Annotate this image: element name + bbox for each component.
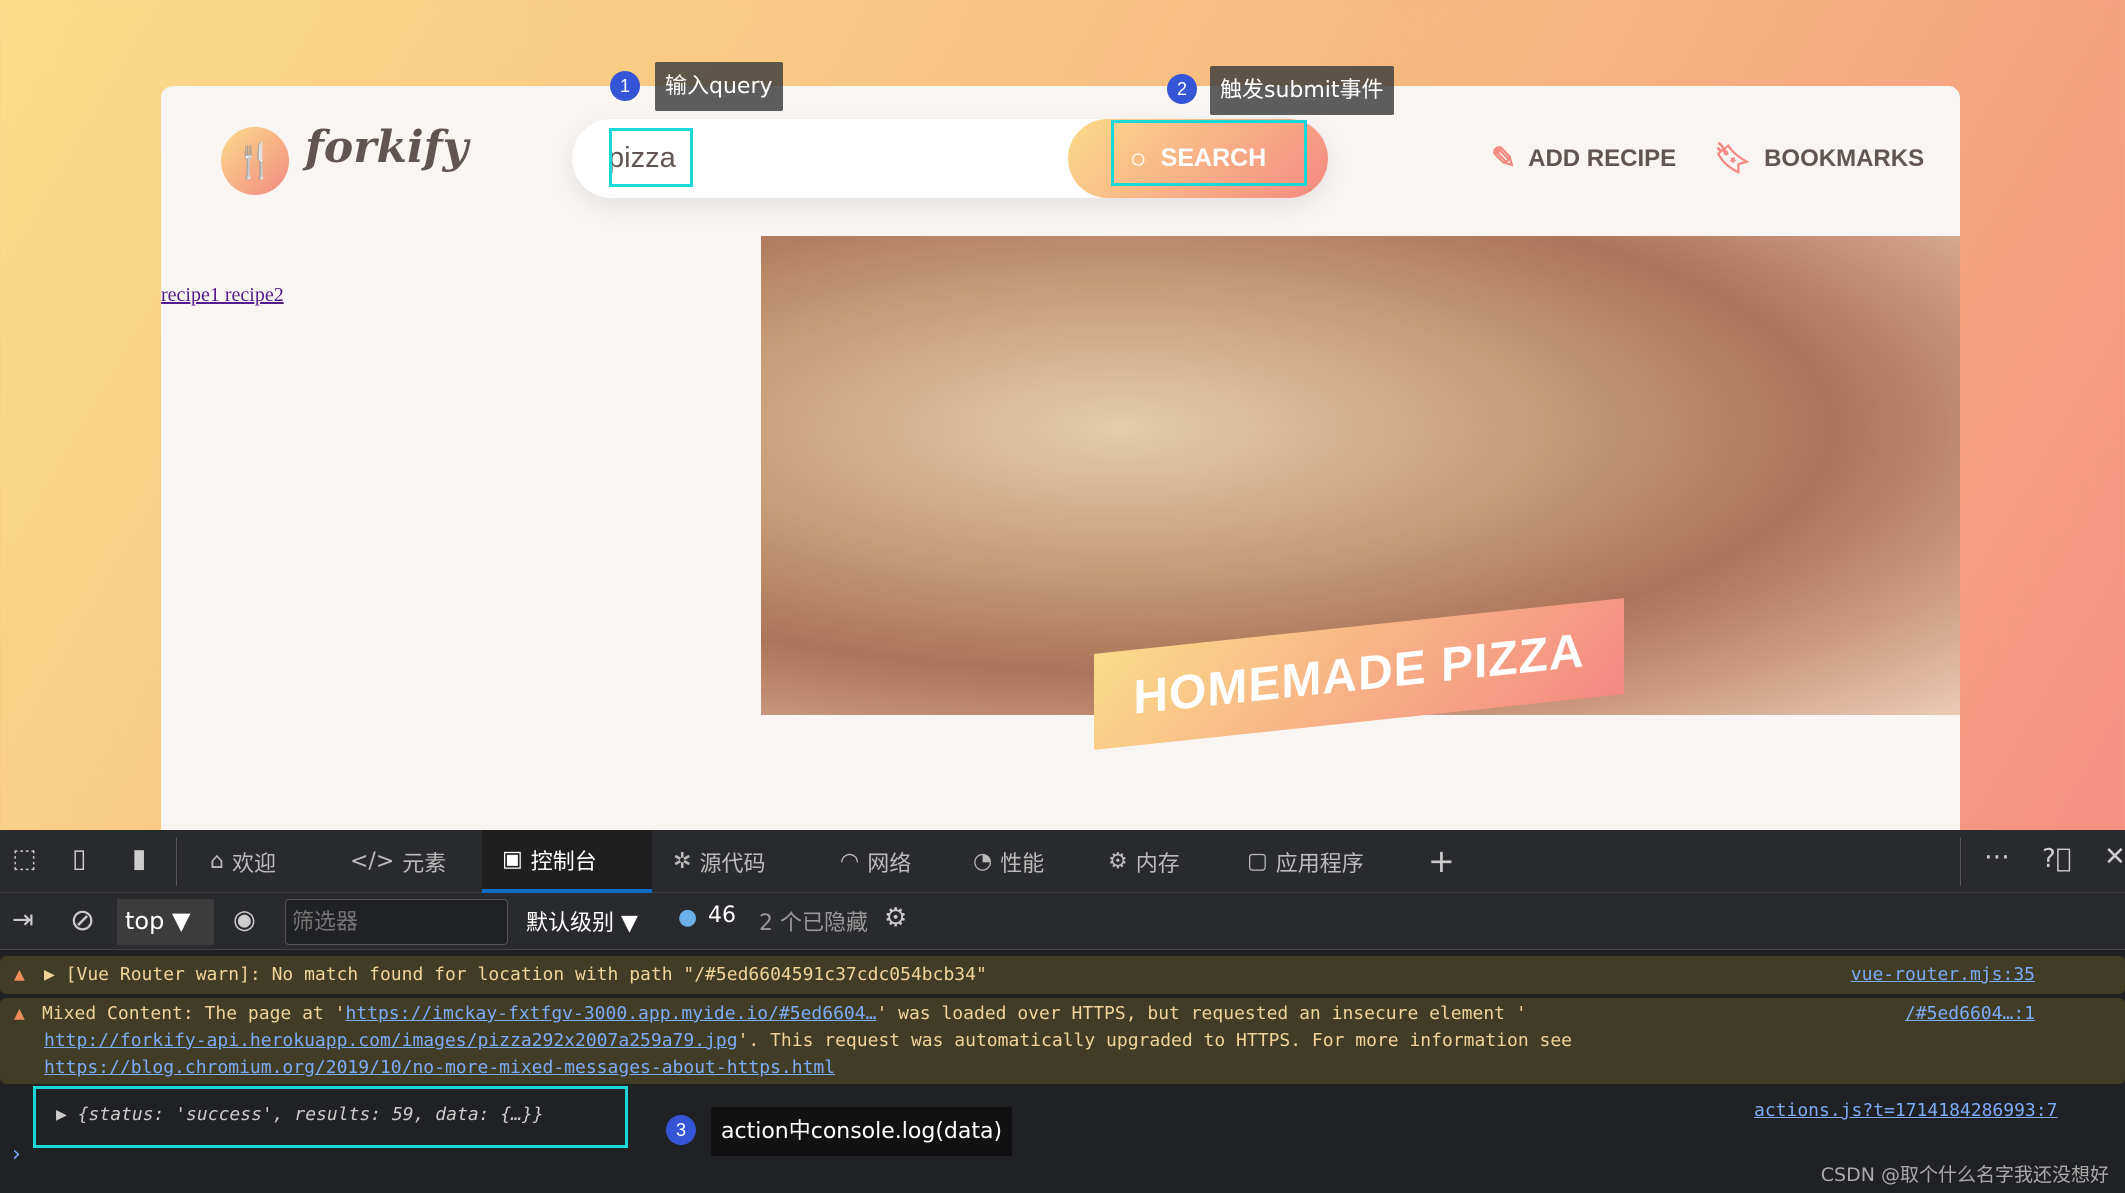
- watermark: CSDN @取个什么名字我还没想好: [1820, 1164, 2109, 1186]
- close-icon[interactable]: ✕: [2104, 842, 2125, 872]
- code-icon: </>: [350, 849, 395, 874]
- tab-sources[interactable]: ✲ 源代码: [673, 830, 765, 893]
- devtools-toolbar: ⬚ ▯ ▮ ⌂ 欢迎 </> 元素 ▣ 控制台 ✲ 源代码 ◠ 网络 ◔ 性能 ⚙ 内存 ▢ 应…: [0, 830, 2125, 893]
- console-icon: ▣: [502, 847, 523, 872]
- bookmarks-button[interactable]: 🔖︎ BOOKMARKS: [1714, 141, 1924, 176]
- console-toolbar: ⇥ ⊘ top ▼ ◉ 默认级别 ▼ ● 46 2 个已隐藏 ⚙: [0, 893, 2125, 950]
- recipe-links[interactable]: recipe1 recipe2: [161, 284, 284, 307]
- logo-text[interactable]: forkify: [305, 122, 468, 173]
- annotation-label: 输入query: [655, 62, 783, 111]
- source-link[interactable]: vue-router.mjs:35: [1851, 956, 2035, 994]
- app-card: 🍴 forkify ○ SEARCH ✎ ADD RECIPE 🔖︎ BOOKM…: [161, 86, 1960, 846]
- page-url-link[interactable]: https://imckay-fxtfgv-3000.app.myide.io/…: [345, 1003, 876, 1024]
- source-link[interactable]: actions.js?t=1714184286993:7: [1754, 1100, 2057, 1121]
- device-icon[interactable]: ▯: [72, 844, 86, 874]
- wifi-icon: ◠: [840, 849, 860, 874]
- gauge-icon: ◔: [973, 849, 993, 874]
- window-icon: ▢: [1247, 849, 1268, 874]
- message-count[interactable]: 46: [708, 903, 736, 928]
- annotation-label: 触发submit事件: [1210, 66, 1394, 115]
- sidebar-toggle-icon[interactable]: ⇥: [12, 905, 34, 935]
- divider: [176, 838, 177, 886]
- console-warning: ▲ Mixed Content: The page at 'https://im…: [0, 998, 2125, 1084]
- image-url-link[interactable]: http://forkify-api.herokuapp.com/images/…: [44, 1030, 738, 1051]
- context-select[interactable]: top ▼: [117, 899, 214, 945]
- info-link[interactable]: https://blog.chromium.org/2019/10/no-mor…: [44, 1057, 835, 1078]
- dock-icon[interactable]: ▮: [132, 844, 146, 874]
- input-highlight-box: [609, 128, 693, 187]
- bookmark-icon: 🔖︎: [1714, 142, 1753, 175]
- tab-application[interactable]: ▢ 应用程序: [1247, 830, 1364, 893]
- annotation-label: action中console.log(data): [711, 1107, 1013, 1156]
- hidden-count: 2 个已隐藏: [759, 911, 868, 936]
- help-icon[interactable]: ?⃝: [2042, 844, 2071, 874]
- source-link[interactable]: /#5ed6604…:1: [1905, 1000, 2035, 1027]
- header: 🍴 forkify ○ SEARCH ✎ ADD RECIPE 🔖︎ BOOKM…: [161, 86, 1960, 236]
- add-tab-icon[interactable]: +: [1428, 842, 1455, 880]
- add-recipe-button[interactable]: ✎ ADD RECIPE: [1491, 141, 1676, 176]
- divider: [1960, 838, 1961, 886]
- logo-icon[interactable]: 🍴: [221, 127, 289, 195]
- clear-console-icon[interactable]: ⊘: [70, 903, 95, 938]
- edit-icon: ✎: [1491, 142, 1517, 175]
- devtools-panel: ⬚ ▯ ▮ ⌂ 欢迎 </> 元素 ▣ 控制台 ✲ 源代码 ◠ 网络 ◔ 性能 ⚙ 内存 ▢ 应…: [0, 830, 2125, 1193]
- message-icon: ●: [678, 905, 698, 930]
- bug-icon: ✲: [673, 849, 692, 874]
- tab-network[interactable]: ◠ 网络: [840, 830, 911, 893]
- log-level-select[interactable]: 默认级别 ▼: [526, 905, 638, 937]
- console-warning: ▲ ▶ [Vue Router warn]: No match found fo…: [0, 956, 2125, 994]
- annotation-number: 1: [610, 71, 640, 101]
- home-icon: ⌂: [210, 849, 224, 874]
- tab-welcome[interactable]: ⌂ 欢迎: [210, 830, 276, 893]
- tab-performance[interactable]: ◔ 性能: [973, 830, 1044, 893]
- warning-icon: ▲: [14, 1003, 25, 1024]
- console-prompt[interactable]: ›: [12, 1142, 21, 1167]
- tab-memory[interactable]: ⚙ 内存: [1108, 830, 1180, 893]
- inspect-icon[interactable]: ⬚: [12, 844, 37, 874]
- search-form: ○ SEARCH: [572, 119, 1328, 198]
- filter-input[interactable]: [285, 899, 508, 945]
- settings-gear-icon[interactable]: ⚙: [884, 903, 907, 933]
- more-icon[interactable]: ⋯: [1984, 842, 2010, 872]
- annotation-number: 3: [666, 1115, 696, 1145]
- console-log-object[interactable]: ▶ {status: 'success', results: 59, data:…: [56, 1104, 544, 1125]
- chip-icon: ⚙: [1108, 849, 1128, 874]
- warning-icon: ▲: [14, 964, 25, 985]
- tab-elements[interactable]: </> 元素: [350, 830, 446, 893]
- search-highlight-box: [1111, 120, 1307, 186]
- eye-icon[interactable]: ◉: [233, 905, 256, 935]
- annotation-number: 2: [1167, 74, 1197, 104]
- tab-console[interactable]: ▣ 控制台: [482, 830, 652, 893]
